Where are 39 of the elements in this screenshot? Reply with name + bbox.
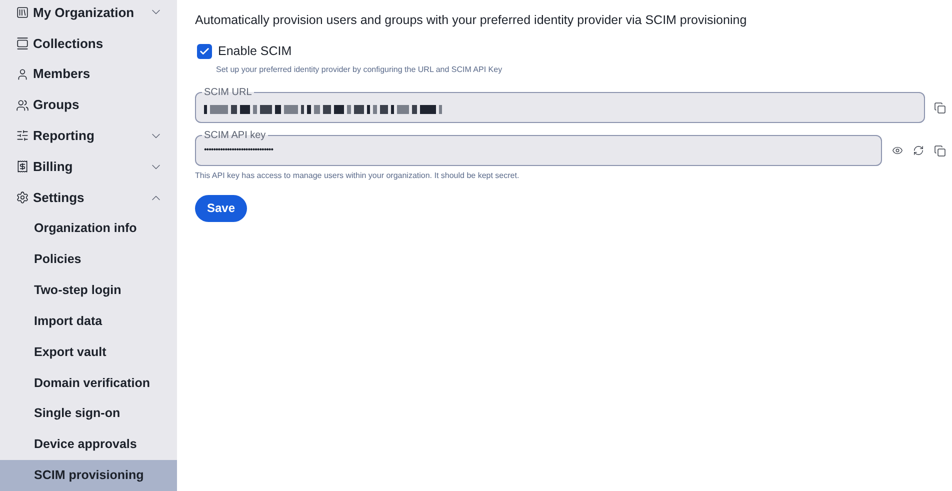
settings-icon (16, 191, 29, 204)
sidebar-subitem[interactable]: Single sign-on (0, 398, 177, 430)
sidebar-subitem[interactable]: Two-step login (0, 274, 177, 306)
copy-icon[interactable] (934, 102, 946, 114)
sidebar-item[interactable]: Reporting (0, 120, 177, 152)
hint-text: This API key has access to manage users within your organization. It should be kept secret. (195, 170, 520, 182)
person-icon (16, 68, 29, 81)
field-label: SCIM URL (203, 88, 253, 98)
sidebar-item[interactable]: My Organization (0, 0, 177, 28)
sidebar-subitem[interactable]: Policies (0, 244, 177, 275)
scim-api-key-field[interactable]: SCIM API key •••••••••••••••••••••••••••••• (195, 130, 882, 166)
sidebar-subitem[interactable]: Import data (0, 306, 177, 337)
save-button[interactable]: Save (195, 194, 248, 222)
refresh-icon[interactable] (913, 145, 924, 156)
description-text: Automatically provision users and groups with your preferred identity provider via SCIM provisioning (195, 12, 748, 29)
copy-icon[interactable] (934, 144, 946, 156)
folder-icon (16, 36, 29, 50)
field-label: SCIM API key (203, 130, 267, 140)
hint-text: Set up your preferred identity provider by configuring the URL and SCIM API Key (216, 64, 504, 76)
eye-icon[interactable] (892, 145, 903, 156)
sidebar-subitem[interactable]: Organization info (0, 213, 177, 244)
sidebar-subitem[interactable]: Export vault (0, 336, 177, 368)
checkbox-label: Enable SCIM (218, 42, 292, 60)
receipt-icon (16, 160, 29, 174)
people-icon (16, 98, 29, 112)
sidebar-item[interactable]: Collections (0, 28, 177, 59)
scim-url-field[interactable]: SCIM URL (195, 88, 925, 122)
sidebar-subitem[interactable]: Device approvals (0, 429, 177, 460)
sidebar-subitem[interactable]: SCIM provisioning (0, 460, 177, 491)
check-icon (199, 46, 210, 57)
sidebar-item[interactable]: Settings (0, 182, 177, 214)
sliders-icon (16, 129, 29, 142)
library-icon (16, 6, 29, 19)
sidebar-item[interactable]: Billing (0, 151, 177, 182)
api-key-value: •••••••••••••••••••••••••••••• (204, 144, 274, 156)
sidebar-item[interactable]: Members (0, 58, 177, 90)
enable-scim-checkbox[interactable] (197, 44, 212, 59)
sidebar-subitem[interactable]: Domain verification (0, 368, 177, 398)
sidebar-item[interactable]: Groups (0, 90, 177, 120)
